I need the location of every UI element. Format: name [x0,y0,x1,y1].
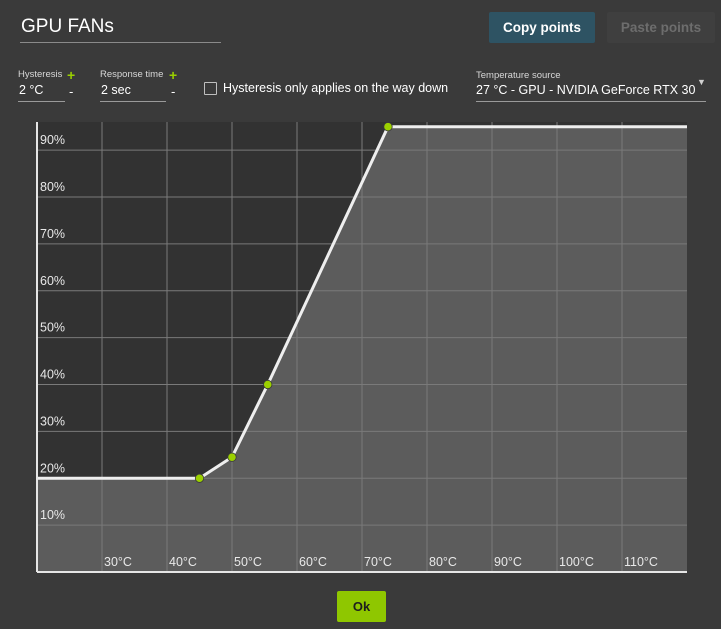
x-tick-label: 80°C [429,555,457,569]
y-tick-label: 90% [40,133,65,147]
y-tick-label: 70% [40,227,65,241]
x-tick-label: 50°C [234,555,262,569]
x-tick-label: 100°C [559,555,594,569]
curve-point[interactable] [263,379,273,390]
x-tick-label: 70°C [364,555,392,569]
y-tick-label: 80% [40,180,65,194]
curve-point[interactable] [194,473,205,483]
fan-curve-chart[interactable]: 30°C 40°C 50°C 60°C 70°C 80°C 90°C 100°C 110°C 10… [0,0,721,629]
x-tick-label: 110°C [624,555,658,569]
y-tick-label: 40% [40,368,65,382]
y-tick-label: 20% [40,461,65,475]
x-tick-label: 60°C [299,555,327,569]
y-tick-label: 10% [40,508,65,522]
x-tick-label: 40°C [169,555,197,569]
curve-point[interactable] [227,452,237,462]
x-tick-label: 30°C [104,555,132,569]
ok-button[interactable]: Ok [337,591,386,622]
y-tick-label: 50% [40,321,65,335]
curve-point[interactable] [383,122,393,132]
y-tick-label: 30% [40,414,65,428]
y-tick-label: 60% [40,274,65,288]
x-tick-label: 90°C [494,555,522,569]
